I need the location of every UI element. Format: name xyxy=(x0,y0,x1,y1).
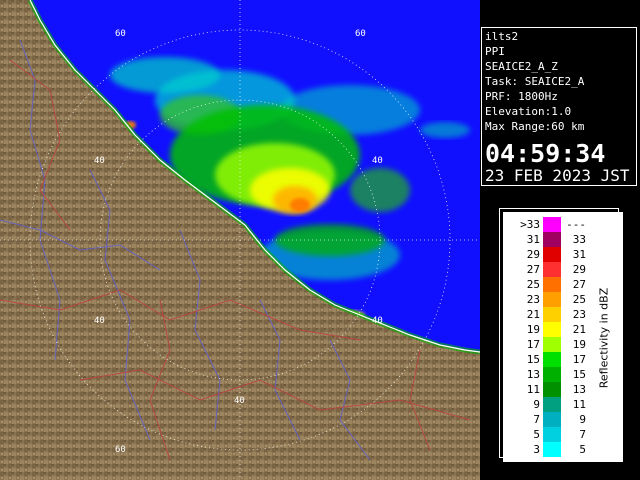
legend-color-swatch xyxy=(543,412,561,427)
legend-lower-bound: 27 xyxy=(526,263,540,276)
legend-row: 57 xyxy=(504,427,622,442)
legend-color-swatch xyxy=(543,277,561,292)
legend-lower-bound: 3 xyxy=(533,443,540,456)
legend-color-swatch xyxy=(543,337,561,352)
legend-lower-bound: 15 xyxy=(526,353,540,366)
legend-upper-bound: 17 xyxy=(572,353,586,366)
product-type: PPI xyxy=(485,45,505,58)
observation-time: 04:59:34 xyxy=(485,139,606,168)
legend-upper-bound: --- xyxy=(566,218,586,231)
legend-lower-bound: 5 xyxy=(533,428,540,441)
range-label-60-sw: 60 xyxy=(115,445,126,455)
legend-upper-bound: 21 xyxy=(572,323,586,336)
legend-row: 35 xyxy=(504,442,622,457)
range-label-40-e: 40 xyxy=(372,156,383,166)
range-label-60-nw: 60 xyxy=(115,29,126,39)
legend-color-swatch xyxy=(543,352,561,367)
legend-row: 9 11 xyxy=(504,397,622,412)
legend-upper-bound: 9 xyxy=(579,413,586,426)
legend-row: 79 xyxy=(504,412,622,427)
legend-title: Reflectivity in dBZ xyxy=(597,287,611,389)
legend-upper-bound: 5 xyxy=(579,443,586,456)
legend-upper-bound: 27 xyxy=(572,278,586,291)
legend-color-swatch xyxy=(543,307,561,322)
legend-lower-bound: 17 xyxy=(526,338,540,351)
task-name: Task: SEAICE2_A xyxy=(485,75,585,88)
legend-color-swatch xyxy=(543,217,561,232)
legend-lower-bound: 13 xyxy=(526,368,540,381)
legend-upper-bound: 7 xyxy=(579,428,586,441)
range-label-40-sw: 40 xyxy=(94,316,105,326)
legend-row: 29 31 xyxy=(504,247,622,262)
range-label-40-s: 40 xyxy=(234,396,245,406)
legend-upper-bound: 25 xyxy=(572,293,586,306)
legend-color-swatch xyxy=(543,262,561,277)
legend-upper-bound: 33 xyxy=(572,233,586,246)
legend-row: >33 --- xyxy=(504,217,622,232)
legend-upper-bound: 15 xyxy=(572,368,586,381)
legend-lower-bound: 29 xyxy=(526,248,540,261)
legend-lower-bound: >33 xyxy=(520,218,540,231)
legend-row: 27 29 xyxy=(504,262,622,277)
radar-ppi-display: 60 40 60 40 40 40 40 60 xyxy=(0,0,480,480)
radar-info-panel: ilts2 PPI SEAICE2_A_Z Task: SEAICE2_A PR… xyxy=(481,27,637,186)
range-label-40-w: 40 xyxy=(94,156,105,166)
legend-lower-bound: 23 xyxy=(526,293,540,306)
legend-color-swatch xyxy=(543,442,561,457)
legend-upper-bound: 31 xyxy=(572,248,586,261)
legend-lower-bound: 9 xyxy=(533,398,540,411)
legend-upper-bound: 23 xyxy=(572,308,586,321)
observation-date: 23 FEB 2023 JST xyxy=(485,166,630,185)
legend-color-swatch xyxy=(543,292,561,307)
legend-row: 31 33 xyxy=(504,232,622,247)
legend-color-swatch xyxy=(543,232,561,247)
max-range: Max Range:60 km xyxy=(485,120,585,133)
legend-upper-bound: 13 xyxy=(572,383,586,396)
legend-color-swatch xyxy=(543,427,561,442)
legend-upper-bound: 19 xyxy=(572,338,586,351)
radar-map: 60 40 60 40 40 40 40 60 xyxy=(0,0,480,480)
legend-color-swatch xyxy=(543,322,561,337)
legend-lower-bound: 11 xyxy=(526,383,540,396)
legend-upper-bound: 11 xyxy=(572,398,586,411)
legend-lower-bound: 25 xyxy=(526,278,540,291)
task-id: SEAICE2_A_Z xyxy=(485,60,558,73)
color-legend: >33 --- 31 33 29 31 27 29 25 27 23 25 21 23 19 21 17 19 15… xyxy=(503,212,623,462)
legend-lower-bound: 21 xyxy=(526,308,540,321)
range-label-60-ne: 60 xyxy=(355,29,366,39)
legend-color-swatch xyxy=(543,397,561,412)
legend-upper-bound: 29 xyxy=(572,263,586,276)
legend-color-swatch xyxy=(543,367,561,382)
legend-lower-bound: 19 xyxy=(526,323,540,336)
legend-color-swatch xyxy=(543,382,561,397)
legend-lower-bound: 31 xyxy=(526,233,540,246)
radar-name: ilts2 xyxy=(485,30,519,43)
prf: PRF: 1800Hz xyxy=(485,90,558,103)
legend-color-swatch xyxy=(543,247,561,262)
legend-lower-bound: 7 xyxy=(533,413,540,426)
elevation: Elevation:1.0 xyxy=(485,105,572,118)
range-label-40-se: 40 xyxy=(372,316,383,326)
